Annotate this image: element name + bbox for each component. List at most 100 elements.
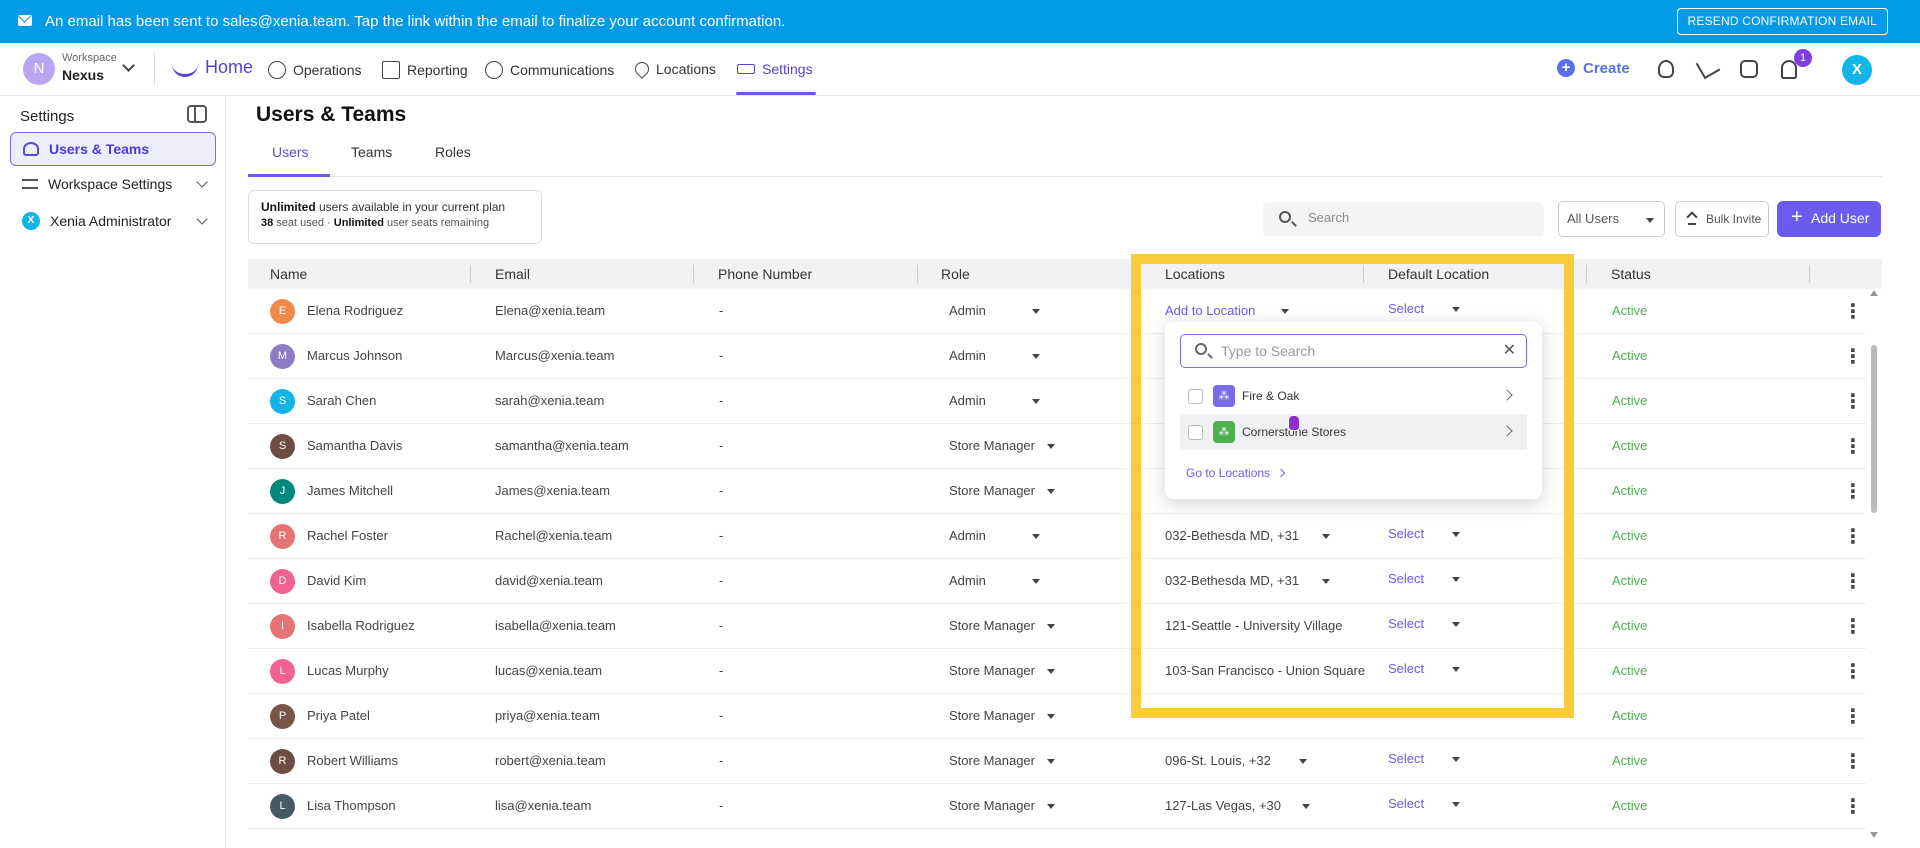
location-option[interactable]: ⁂ Fire & Oak [1180,378,1527,414]
column-header-status[interactable]: Status [1611,266,1651,282]
dropdown-arrow-icon[interactable] [1299,759,1307,764]
telescope-icon[interactable] [1695,54,1721,80]
workspace-name[interactable]: Nexus [62,67,104,83]
location-select[interactable]: 121-Seattle - University Village [1165,618,1343,633]
user-name[interactable]: Robert Williams [307,753,398,768]
default-location-select[interactable]: Select [1388,616,1424,631]
add-user-icon[interactable] [1658,60,1674,78]
user-name[interactable]: David Kim [307,573,366,588]
dropdown-arrow-icon[interactable] [1452,622,1460,627]
user-name[interactable]: Lisa Thompson [307,798,396,813]
user-avatar[interactable]: X [1842,55,1872,85]
user-name[interactable]: Marcus Johnson [307,348,402,363]
more-options-icon[interactable] [1843,479,1863,504]
column-header-role[interactable]: Role [941,266,970,282]
bulk-invite-button[interactable]: Bulk Invite [1675,201,1769,237]
workspace-avatar[interactable]: N [23,53,55,85]
user-name[interactable]: Isabella Rodriguez [307,618,415,633]
resend-confirmation-button[interactable]: RESEND CONFIRMATION EMAIL [1676,8,1888,35]
dropdown-arrow-icon[interactable] [1047,444,1055,449]
dropdown-arrow-icon[interactable] [1281,309,1289,314]
column-header-locations[interactable]: Locations [1165,266,1225,282]
table-row[interactable]: I Isabella Rodriguez isabella@xenia.team - S… [248,604,1866,649]
default-location-select[interactable]: Select [1388,571,1424,586]
go-to-locations-link[interactable]: Go to Locations [1186,466,1286,480]
create-button[interactable]: + Create [1557,59,1630,77]
add-user-button[interactable]: + Add User [1777,201,1881,237]
default-location-select[interactable]: Select [1388,301,1424,316]
default-location-select[interactable]: Select [1388,706,1424,721]
add-to-location-select[interactable]: Add to Location [1165,303,1255,318]
nav-home[interactable]: Home [172,57,253,78]
chevron-right-icon[interactable] [1501,425,1513,437]
tab-users[interactable]: Users [272,144,309,160]
location-select[interactable]: 032-Bethesda MD, +31 [1165,573,1299,588]
dropdown-arrow-icon[interactable] [1452,577,1460,582]
default-location-select[interactable]: Select [1388,661,1424,676]
nav-operations[interactable]: Operations [268,61,361,79]
dropdown-arrow-icon[interactable] [1047,669,1055,674]
table-row[interactable]: R Rachel Foster Rachel@xenia.team - Admin 032… [248,514,1866,559]
role-select[interactable]: Store Manager [949,438,1035,453]
dropdown-arrow-icon[interactable] [1032,579,1040,584]
nav-communications[interactable]: Communications [485,61,614,79]
more-options-icon[interactable] [1843,569,1863,594]
more-options-icon[interactable] [1843,704,1863,729]
dropdown-arrow-icon[interactable] [1452,757,1460,762]
dropdown-arrow-icon[interactable] [1047,804,1055,809]
table-row[interactable]: D David Kim david@xenia.team - Admin 032-Beth… [248,559,1866,604]
dropdown-arrow-icon[interactable] [1452,667,1460,672]
dropdown-arrow-icon[interactable] [1032,309,1040,314]
role-select[interactable]: Admin [949,528,986,543]
dropdown-arrow-icon[interactable] [1047,624,1055,629]
table-row[interactable]: J James Mitchell James@xenia.team - Store Ma… [248,469,1866,514]
dropdown-arrow-icon[interactable] [1032,534,1040,539]
location-checkbox[interactable] [1188,425,1203,440]
scroll-down-arrow[interactable] [1870,832,1878,838]
tab-roles[interactable]: Roles [435,144,471,160]
more-options-icon[interactable] [1843,389,1863,414]
location-search[interactable]: ✕ [1180,334,1527,368]
dropdown-arrow-icon[interactable] [1452,307,1460,312]
scroll-up-arrow[interactable] [1870,290,1878,296]
chevron-down-icon[interactable] [122,59,135,72]
location-select[interactable]: 103-San Francisco - Union Square [1165,663,1365,678]
table-row[interactable]: SSarah Chensarah@xenia.team-AdminSelectA… [248,379,1866,424]
more-options-icon[interactable] [1843,344,1863,369]
user-filter-select[interactable]: All Users [1558,201,1665,237]
role-select[interactable]: Admin [949,348,986,363]
table-row[interactable]: R Robert Williams robert@xenia.team - Store … [248,739,1866,784]
dropdown-arrow-icon[interactable] [1047,759,1055,764]
location-option[interactable]: ⁂ Cornerstone Stores [1180,414,1527,450]
role-select[interactable]: Store Manager [949,708,1035,723]
dropdown-arrow-icon[interactable] [1322,579,1330,584]
collapse-sidebar-icon[interactable] [187,105,207,123]
dropdown-arrow-icon[interactable] [1032,399,1040,404]
user-search[interactable] [1263,202,1544,236]
table-row[interactable]: MMarcus JohnsonMarcus@xenia.team-AdminSe… [248,334,1866,379]
user-name[interactable]: James Mitchell [307,483,393,498]
nav-reporting[interactable]: Reporting [382,61,468,79]
table-row[interactable]: S Samantha Davis samantha@xenia.team - Store… [248,424,1866,469]
nav-settings[interactable]: Settings [737,61,813,77]
more-options-icon[interactable] [1843,749,1863,774]
chevron-right-icon[interactable] [1501,389,1513,401]
user-name[interactable]: Lucas Murphy [307,663,389,678]
role-select[interactable]: Store Manager [949,618,1035,633]
user-name[interactable]: Rachel Foster [307,528,388,543]
role-select[interactable]: Admin [949,393,986,408]
dropdown-arrow-icon[interactable] [1032,354,1040,359]
location-search-input[interactable] [1221,343,1491,359]
table-row[interactable]: P Priya Patel priya@xenia.team - Store Manag… [248,694,1866,739]
table-row[interactable]: L Lucas Murphy lucas@xenia.team - Store Mana… [248,649,1866,694]
role-select[interactable]: Admin [949,303,986,318]
dropdown-arrow-icon[interactable] [1047,714,1055,719]
more-options-icon[interactable] [1843,299,1863,324]
role-select[interactable]: Store Manager [949,753,1035,768]
user-name[interactable]: Samantha Davis [307,438,402,453]
role-select[interactable]: Store Manager [949,483,1035,498]
column-header-phone[interactable]: Phone Number [718,266,812,282]
scrollbar-thumb[interactable] [1871,345,1877,513]
role-select[interactable]: Store Manager [949,798,1035,813]
table-row[interactable]: E Elena Rodriguez Elena@xenia.team - Admin Ad… [248,289,1866,334]
